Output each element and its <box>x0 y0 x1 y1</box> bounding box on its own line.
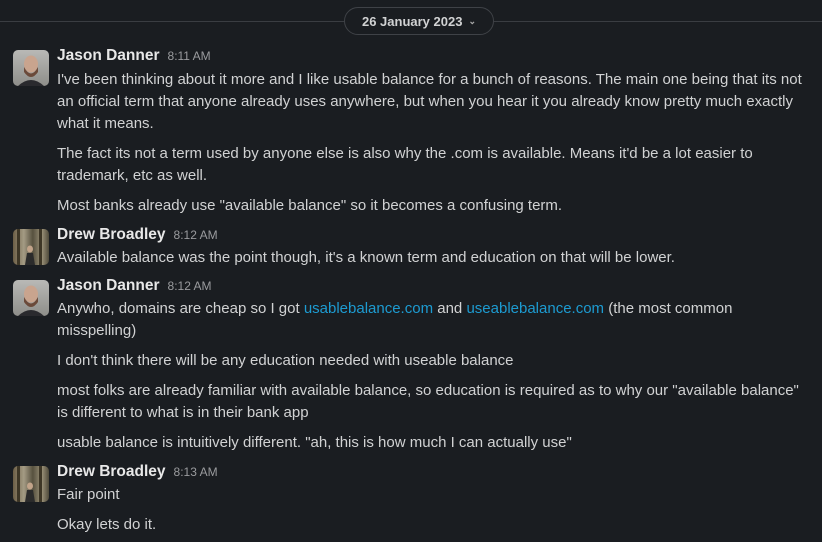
avatar[interactable] <box>13 466 49 502</box>
message-text: I don't think there will be any educatio… <box>57 352 514 369</box>
chevron-down-icon: ⌄ <box>468 15 476 26</box>
message-text: Anywho, domains are cheap so I got usabl… <box>57 298 812 342</box>
avatar[interactable] <box>13 229 49 265</box>
message-text: The fact its not a term used by anyone e… <box>57 145 753 184</box>
person-avatar-icon <box>18 285 44 316</box>
message-text: Fair point <box>57 486 120 503</box>
timestamp[interactable]: 8:13 AM <box>174 465 218 479</box>
avatar[interactable] <box>13 50 49 86</box>
timestamp[interactable]: 8:12 AM <box>168 279 212 293</box>
message-text: Most banks already use "available balanc… <box>57 197 563 214</box>
message-text: Okay lets do it. <box>57 516 157 533</box>
person-avatar-icon <box>17 466 42 502</box>
timestamp[interactable]: 8:12 AM <box>174 228 218 242</box>
date-label: 26 January 2023 <box>361 13 463 29</box>
message-text: I've been thinking about it more and I l… <box>57 71 802 132</box>
avatar[interactable] <box>13 280 49 316</box>
domain-link[interactable]: useablebalance.com <box>466 300 604 317</box>
author-name[interactable]: Drew Broadley <box>57 463 166 481</box>
domain-link[interactable]: usablebalance.com <box>304 300 433 317</box>
text-segment: and <box>433 300 467 317</box>
message-text: Available balance was the point though, … <box>57 249 675 266</box>
message-text: usable balance is intuitively different.… <box>57 434 572 451</box>
author-name[interactable]: Jason Danner <box>57 47 160 65</box>
message-text: most folks are already familiar with ava… <box>57 382 799 421</box>
person-avatar-icon <box>17 229 42 265</box>
person-avatar-icon <box>18 55 44 86</box>
author-name[interactable]: Jason Danner <box>57 277 160 295</box>
text-segment: Anywho, domains are cheap so I got <box>57 300 304 317</box>
timestamp[interactable]: 8:11 AM <box>168 49 211 63</box>
date-jump-button[interactable]: 26 January 2023 ⌄ <box>344 7 494 35</box>
date-divider: 26 January 2023 ⌄ <box>0 0 822 42</box>
author-name[interactable]: Drew Broadley <box>57 226 166 244</box>
